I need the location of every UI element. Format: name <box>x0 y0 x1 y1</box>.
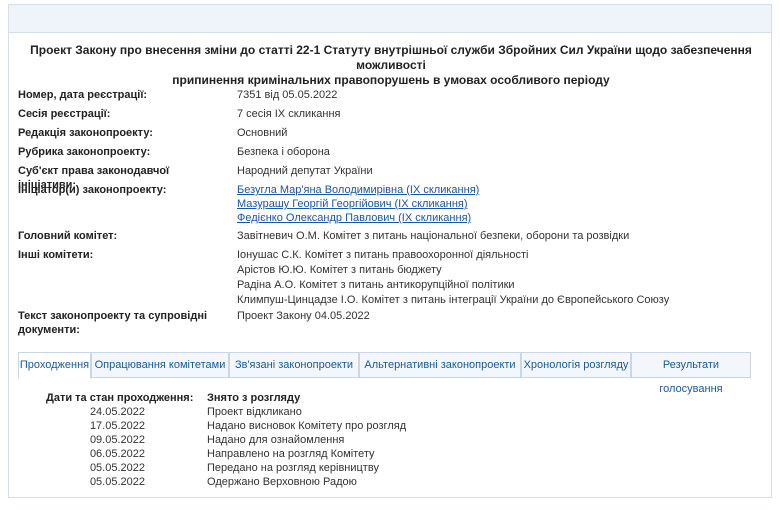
field-value: Основний <box>237 126 757 140</box>
field-value: Проект Закону 04.05.2022 <box>237 309 757 323</box>
top-strip <box>8 4 772 32</box>
tab-bar: Проходження Опрацювання комітетами Зв'яз… <box>18 352 751 395</box>
documents-label-line-1: Текст законопроекту та супровідні <box>18 310 208 322</box>
field-label: Рубрика законопроекту: <box>18 146 151 158</box>
passage-panel: Дати та стан проходження: Знято з розгля… <box>18 378 751 493</box>
bill-card: Проект Закону про внесення зміни до стат… <box>8 32 772 498</box>
initiator-link[interactable]: Мазурашу Георгій Георгійович (IX скликан… <box>237 198 468 210</box>
committee-value: Арістов Ю.Ю. Комітет з питань бюджету <box>237 264 442 276</box>
bill-title: Проект Закону про внесення зміни до стат… <box>9 43 773 88</box>
tab-chronology[interactable]: Хронологія розгляду <box>521 352 631 378</box>
field-label: Сесія реєстрації: <box>18 108 111 120</box>
passage-event: Передано на розгляд керівництву <box>207 462 379 474</box>
field-label: Ініціатор(и) законопроекту: <box>18 184 167 196</box>
passage-date: 24.05.2022 <box>89 406 145 418</box>
passage-date: 05.05.2022 <box>89 462 145 474</box>
passage-dates-header: Дати та стан проходження: <box>46 392 194 404</box>
committee-value: Іонушас С.К. Комітет з питань правоохоро… <box>237 249 529 261</box>
field-value: 7351 від 05.05.2022 <box>237 88 757 102</box>
main-committee-value: Завітневич О.М. Комітет з питань націона… <box>237 230 630 242</box>
tab-related-bills[interactable]: Зв'язані законопроекти <box>229 352 359 378</box>
bill-title-line-1: Проект Закону про внесення зміни до стат… <box>30 43 752 72</box>
passage-date: 09.05.2022 <box>89 434 145 446</box>
passage-event: Надано висновок Комітету про розгляд <box>207 420 407 432</box>
passage-date: 05.05.2022 <box>89 476 145 488</box>
field-label: Текст законопроекту та супровідні докуме… <box>18 309 223 337</box>
initiator-link[interactable]: Безугла Мар'яна Володимирівна (IX склика… <box>237 184 479 196</box>
committee-value: Климпуш-Цинцадзе І.О. Комітет з питань і… <box>237 294 670 306</box>
tab-passage[interactable]: Проходження <box>18 352 91 379</box>
edition-value: Основний <box>237 127 288 139</box>
committee-value: Радіна А.О. Комітет з питань антикорупці… <box>237 279 515 291</box>
field-label: Редакція законопроекту: <box>18 127 153 139</box>
subject-value: Народний депутат України <box>237 165 373 177</box>
registration-value: 7351 від 05.05.2022 <box>237 89 338 101</box>
passage-event: Направлено на розгляд Комітету <box>207 448 375 460</box>
passage-event: Проект відкликано <box>207 406 302 418</box>
passage-status-header: Знято з розгляду <box>207 392 301 404</box>
field-value: Завітневич О.М. Комітет з питань націона… <box>237 229 757 243</box>
field-label: Інші комітети: <box>18 249 94 261</box>
field-value: 7 сесія IX скликання <box>237 107 757 121</box>
field-value: Народний депутат України <box>237 164 757 178</box>
document-value: Проект Закону 04.05.2022 <box>237 310 370 322</box>
field-value: Іонушас С.К. Комітет з питань правоохоро… <box>237 248 757 308</box>
field-value: Безпека і оборона <box>237 145 757 159</box>
passage-date: 17.05.2022 <box>89 420 145 432</box>
tab-alternative-bills[interactable]: Альтернативні законопроекти <box>359 352 521 378</box>
documents-label-line-2: документи: <box>18 324 80 336</box>
initiator-link[interactable]: Федієнко Олександр Павлович (IX скликанн… <box>237 212 471 224</box>
tab-voting-results[interactable]: Результати голосування <box>631 352 751 395</box>
field-label: Головний комітет: <box>18 230 118 242</box>
field-label: Номер, дата реєстрації: <box>18 89 148 101</box>
bill-title-line-2: припинення кримінальних правопорушень в … <box>172 73 610 87</box>
passage-event: Надано для ознайомлення <box>207 434 345 446</box>
passage-event: Одержано Верховною Радою <box>207 476 357 488</box>
session-value: 7 сесія IX скликання <box>237 108 341 120</box>
tab-committee-processing[interactable]: Опрацювання комітетами <box>91 352 229 378</box>
passage-date: 06.05.2022 <box>89 448 145 460</box>
rubric-value: Безпека і оборона <box>237 146 330 158</box>
field-value: Безугла Мар'яна Володимирівна (IX склика… <box>237 183 757 225</box>
